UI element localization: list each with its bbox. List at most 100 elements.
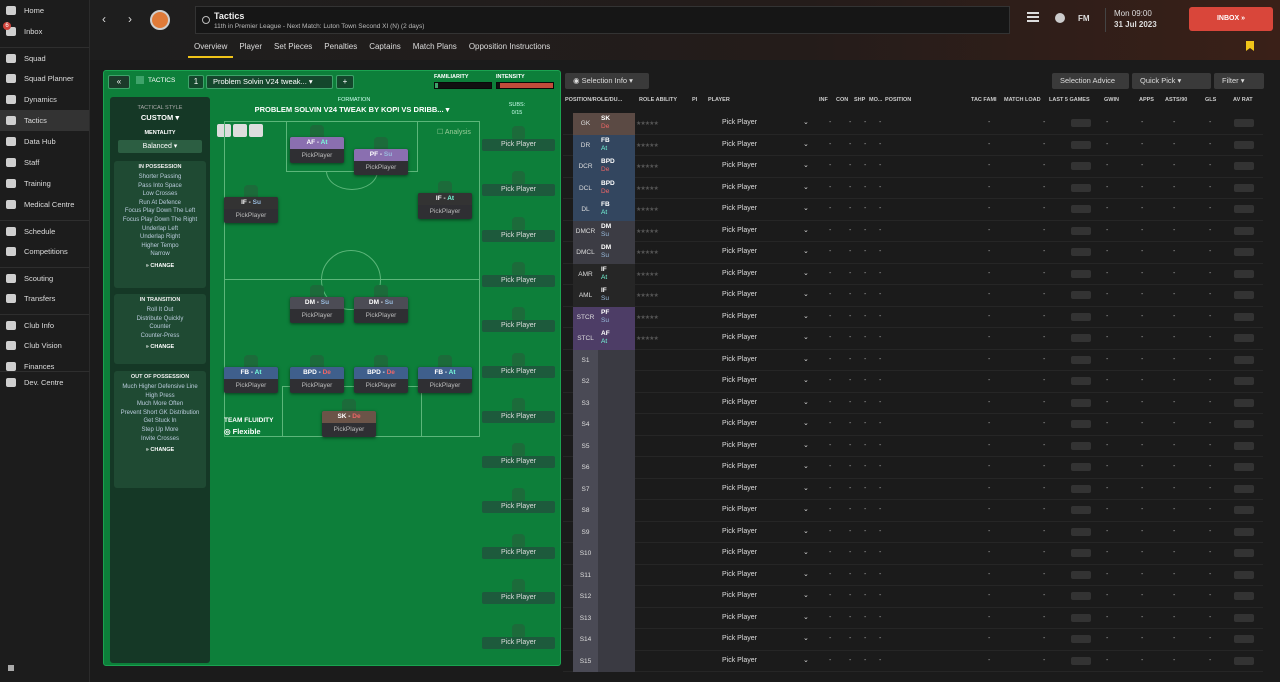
column-header[interactable]: PI [692,97,697,103]
out-of-possession-section[interactable]: OUT OF POSSESSION Much Higher Defensive L… [114,371,206,488]
table-row[interactable]: S2Pick Player⌄----------- [563,371,1263,393]
tactic-slot[interactable]: 1 [188,75,204,89]
column-header[interactable]: CON [836,97,848,103]
forward-button[interactable]: › [128,12,132,26]
role-cell[interactable] [598,349,635,371]
table-row[interactable]: STCRPFSu★★★★★Pick Player⌄----------- [563,306,1263,328]
table-row[interactable]: DCLBPDDe★★★★★Pick Player⌄----------- [563,177,1263,199]
sub-slot[interactable]: Pick Player [482,229,555,242]
pitch-player-card[interactable]: IF - At PickPlayer [418,193,472,219]
column-header[interactable]: PLAYER [708,97,730,103]
pick-player-dropdown[interactable]: Pick Player [722,399,757,406]
column-header[interactable]: SHP [854,97,865,103]
table-row[interactable]: DMCRDMSu★★★★★Pick Player⌄----------- [563,220,1263,242]
pick-player-dropdown[interactable]: Pick Player [722,420,757,427]
pitch-player-card[interactable]: AF - At PickPlayer [290,137,344,163]
pick-player-dropdown[interactable]: Pick Player [722,291,757,298]
pick-player-dropdown[interactable]: Pick Player [722,377,757,384]
change-button[interactable]: » CHANGE [114,344,206,350]
table-row[interactable]: S1Pick Player⌄----------- [563,349,1263,371]
pick-player-dropdown[interactable]: PickPlayer [354,161,408,174]
role-cell[interactable] [598,650,635,672]
table-row[interactable]: S12Pick Player⌄----------- [563,586,1263,608]
pitch-player-card[interactable]: FB - At PickPlayer [224,367,278,393]
tab-penalties[interactable]: Penalties [318,40,363,58]
sub-slot[interactable]: Pick Player [482,456,555,469]
tab-player[interactable]: Player [233,40,268,58]
table-row[interactable]: GKSKDe★★★★★Pick Player⌄----------- [563,113,1263,135]
sub-slot[interactable]: Pick Player [482,592,555,604]
selection-info-dropdown[interactable]: ◉ Selection Info ▾ [565,73,649,89]
role-cell[interactable] [598,371,635,393]
pick-player-dropdown[interactable]: Pick Player [722,614,757,621]
table-row[interactable]: S13Pick Player⌄----------- [563,607,1263,629]
pick-player-dropdown[interactable]: PickPlayer [224,379,278,392]
pick-player-dropdown[interactable]: PickPlayer [418,379,472,392]
pick-player-dropdown[interactable]: Pick Player [722,592,757,599]
mentality-dropdown[interactable]: Balanced ▾ [118,140,202,153]
role-label[interactable]: SK - De [322,411,376,423]
formation-dropdown[interactable]: PROBLEM SOLVIN V24 TWEAK BY KOPI VS DRIB… [222,105,482,114]
role-label[interactable]: DM - Su [290,297,344,309]
sidebar-item-scouting[interactable]: Scouting [0,267,89,288]
role-cell[interactable] [598,629,635,651]
pitch-player-card[interactable]: FB - At PickPlayer [418,367,472,393]
pitch-player-card[interactable]: BPD - De PickPlayer [290,367,344,393]
pitch-player-card[interactable]: BPD - De PickPlayer [354,367,408,393]
role-cell[interactable] [598,543,635,565]
sub-slot[interactable]: Pick Player [482,410,555,423]
sidebar-item-home[interactable]: Home [0,0,89,21]
role-cell[interactable]: BPD De [598,177,635,199]
role-cell[interactable] [598,586,635,608]
role-cell[interactable]: SK De [598,113,635,135]
column-header[interactable]: MATCH LOAD [1004,97,1041,103]
table-row[interactable]: S10Pick Player⌄----------- [563,543,1263,565]
role-cell[interactable]: IF At [598,263,635,285]
role-label[interactable]: IF - At [418,193,472,205]
sidebar-item-competitions[interactable]: Competitions [0,241,89,262]
pick-player-dropdown[interactable]: PickPlayer [354,379,408,392]
pick-player-dropdown[interactable]: Pick Player [722,119,757,126]
collapse-button[interactable]: « [108,75,130,89]
role-cell[interactable] [598,478,635,500]
role-label[interactable]: BPD - De [354,367,408,379]
pick-player-dropdown[interactable]: Pick Player [722,162,757,169]
column-header[interactable]: POSITION [885,97,911,103]
sub-slot[interactable]: Pick Player [482,546,555,559]
role-cell[interactable]: FB At [598,134,635,156]
pick-player-dropdown[interactable]: Pick Player [722,248,757,255]
pick-player-dropdown[interactable]: PickPlayer [290,309,344,322]
table-row[interactable]: S11Pick Player⌄----------- [563,564,1263,586]
style-dropdown[interactable]: CUSTOM ▾ [110,113,210,122]
sub-slot[interactable]: Pick Player [482,274,555,287]
role-cell[interactable] [598,435,635,457]
column-header[interactable]: INF [819,97,828,103]
pick-player-dropdown[interactable]: Pick Player [722,205,757,212]
tactic-name-dropdown[interactable]: Problem Solvin V24 tweak... ▾ [206,75,333,89]
table-row[interactable]: DMCLDMSu★★★★★Pick Player⌄----------- [563,242,1263,264]
pick-player-dropdown[interactable]: Pick Player [722,528,757,535]
pick-player-dropdown[interactable]: Pick Player [722,356,757,363]
role-label[interactable]: FB - At [418,367,472,379]
sub-slot[interactable]: Pick Player [482,501,555,514]
sub-slot[interactable]: Pick Player [482,365,555,378]
sidebar-item-medical-centre[interactable]: Medical Centre [0,194,89,215]
table-row[interactable]: STCLAFAt★★★★★Pick Player⌄----------- [563,328,1263,350]
sidebar-item-club-vision[interactable]: Club Vision [0,335,89,356]
table-row[interactable]: DLFBAt★★★★★Pick Player⌄----------- [563,199,1263,221]
in-possession-section[interactable]: IN POSSESSION Shorter Passing Pass Into Sp… [114,161,206,288]
sub-slot[interactable]: Pick Player [482,320,555,333]
status-icon[interactable] [8,665,14,671]
role-cell[interactable]: IF Su [598,285,635,307]
pitch-player-card[interactable]: IF - Su PickPlayer [224,197,278,223]
bookmark-icon[interactable] [1246,41,1254,51]
filter-dropdown[interactable]: Filter ▾ [1214,73,1264,89]
role-label[interactable]: BPD - De [290,367,344,379]
pick-player-dropdown[interactable]: Pick Player [722,313,757,320]
role-cell[interactable]: AF At [598,328,635,350]
column-header[interactable]: TAC FAMI [971,97,997,103]
table-row[interactable]: DCRBPDDe★★★★★Pick Player⌄----------- [563,156,1263,178]
tab-overview[interactable]: Overview [188,40,234,58]
table-row[interactable]: S5Pick Player⌄----------- [563,435,1263,457]
pick-player-dropdown[interactable]: Pick Player [722,485,757,492]
